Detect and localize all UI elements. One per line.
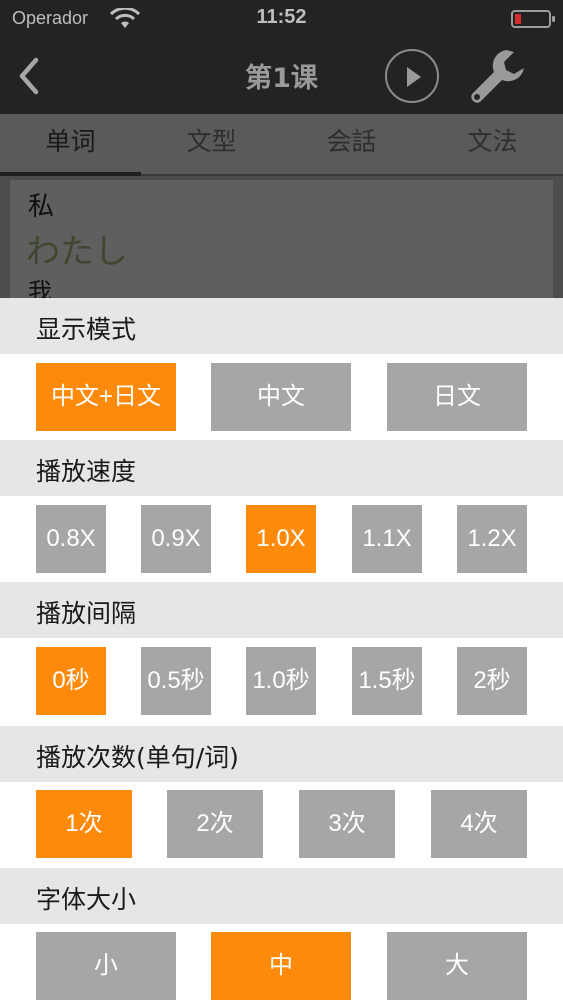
speed-option[interactable]: 1.2X: [457, 505, 527, 573]
tab-vocabulary[interactable]: 单词: [0, 114, 141, 176]
status-bar: Operador 11:52: [0, 0, 563, 38]
speed-option[interactable]: 1.1X: [352, 505, 422, 573]
speed-option[interactable]: 0.9X: [141, 505, 211, 573]
interval-option[interactable]: 2秒: [457, 647, 527, 715]
interval-option[interactable]: 0.5秒: [141, 647, 211, 715]
option-label: 1.0X: [256, 525, 306, 552]
option-label: 0.9X: [151, 525, 201, 552]
play-count-option[interactable]: 3次: [299, 790, 395, 858]
option-label: 4次: [460, 810, 498, 837]
nav-bar: 第1课: [0, 38, 563, 114]
tab-label: 文法: [467, 127, 518, 156]
option-label: 1.5秒: [358, 667, 416, 694]
speed-option[interactable]: 0.8X: [36, 505, 106, 573]
option-label: 0秒: [52, 667, 90, 694]
option-label: 3次: [328, 810, 366, 837]
option-label: 1.0秒: [252, 667, 310, 694]
display-mode-header: 显示模式: [0, 298, 563, 354]
tab-bar: 单词 文型 会話 文法: [0, 114, 563, 176]
play-count-option[interactable]: 1次: [36, 790, 132, 858]
playback-interval-header: 播放间隔: [0, 582, 563, 638]
option-label: 1.2X: [467, 525, 517, 552]
section-title: 显示模式: [36, 315, 137, 344]
display-mode-option[interactable]: 中文+日文: [36, 363, 176, 431]
option-label: 中文: [257, 383, 305, 410]
font-size-header: 字体大小: [0, 868, 563, 924]
option-label: 1.1X: [362, 525, 412, 552]
section-title: 播放速度: [36, 457, 137, 486]
display-mode-option[interactable]: 中文: [211, 363, 351, 431]
option-label: 0.5秒: [147, 667, 205, 694]
tab-label: 单词: [45, 127, 96, 156]
tab-conversation[interactable]: 会話: [281, 114, 422, 174]
word-kana: わたし: [26, 232, 128, 272]
interval-option[interactable]: 0秒: [36, 647, 106, 715]
option-label: 大: [445, 952, 469, 979]
interval-option[interactable]: 1.5秒: [352, 647, 422, 715]
playback-speed-header: 播放速度: [0, 440, 563, 496]
option-label: 2次: [196, 810, 234, 837]
option-label: 日文: [433, 383, 481, 410]
clock: 11:52: [256, 6, 307, 28]
option-label: 1次: [65, 810, 103, 837]
tab-sentence-patterns[interactable]: 文型: [141, 114, 282, 174]
word-kanji: 私: [28, 192, 55, 222]
option-label: 中文+日文: [50, 383, 161, 410]
play-count-option[interactable]: 4次: [431, 790, 527, 858]
tab-grammar[interactable]: 文法: [422, 114, 563, 174]
speed-option[interactable]: 1.0X: [246, 505, 316, 573]
wrench-icon[interactable]: [466, 46, 530, 108]
section-title: 字体大小: [36, 885, 137, 914]
interval-option[interactable]: 1.0秒: [246, 647, 316, 715]
font-size-option[interactable]: 中: [211, 932, 351, 1000]
tab-label: 文型: [186, 127, 237, 156]
battery-icon: [511, 10, 555, 28]
settings-sheet: 显示模式 中文+日文 中文 日文 播放速度 0.8X 0.9X 1.0X 1.1…: [0, 298, 563, 1000]
play-icon: [407, 67, 421, 87]
tab-label: 会話: [326, 127, 377, 156]
font-size-option[interactable]: 大: [387, 932, 527, 1000]
play-button[interactable]: [385, 49, 439, 103]
play-count-header: 播放次数(单句/词): [0, 726, 563, 782]
option-label: 中: [269, 952, 293, 979]
section-title: 播放次数(单句/词): [36, 743, 239, 772]
play-count-option[interactable]: 2次: [167, 790, 263, 858]
option-label: 0.8X: [46, 525, 96, 552]
option-label: 2秒: [473, 667, 511, 694]
section-title: 播放间隔: [36, 599, 137, 628]
active-tab-indicator: [0, 172, 141, 176]
font-size-option[interactable]: 小: [36, 932, 176, 1000]
option-label: 小: [94, 952, 118, 979]
display-mode-option[interactable]: 日文: [387, 363, 527, 431]
